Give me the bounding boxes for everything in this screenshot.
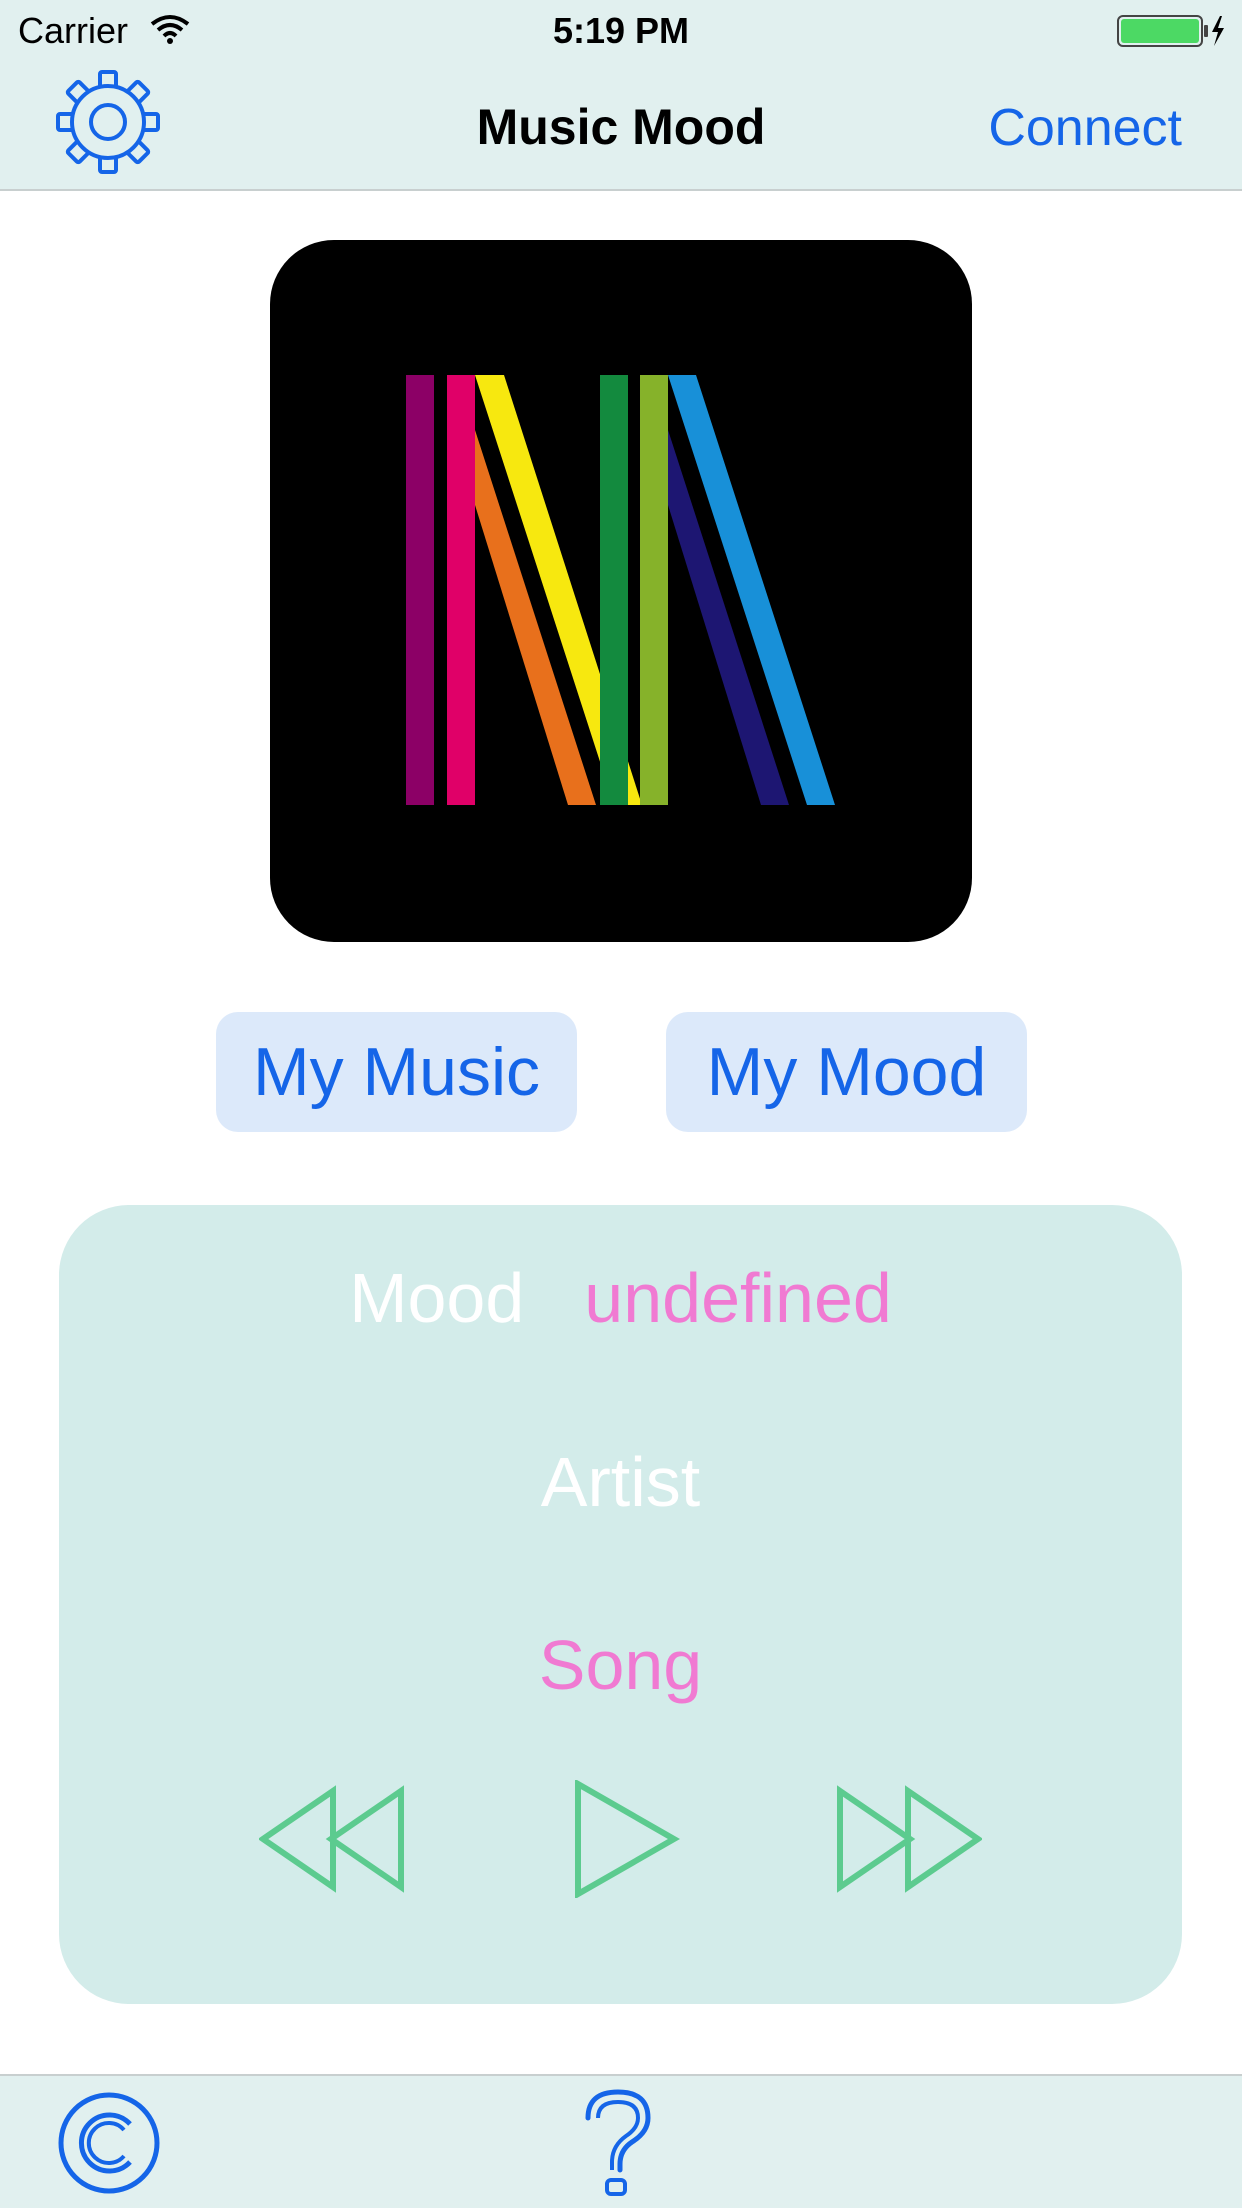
rewind-icon[interactable]	[257, 1785, 405, 1898]
app-logo-artwork	[270, 240, 972, 942]
my-mood-button[interactable]: My Mood	[666, 1012, 1027, 1132]
clock: 5:19 PM	[552, 10, 690, 51]
navigation-bar: Music Mood Connect	[0, 62, 1242, 191]
question-mark-icon[interactable]	[580, 2088, 656, 2203]
fast-forward-icon[interactable]	[836, 1785, 984, 1898]
copyright-icon[interactable]	[56, 2090, 162, 2196]
bottom-toolbar	[0, 2074, 1242, 2208]
artist-label: Artist	[540, 1443, 701, 1521]
connect-button[interactable]: Connect	[988, 98, 1182, 158]
battery-icon	[1116, 14, 1226, 53]
play-icon[interactable]	[572, 1778, 681, 1903]
mood-label: Mood	[349, 1259, 525, 1337]
mood-value: undefined	[584, 1259, 892, 1337]
song-label: Song	[538, 1626, 703, 1704]
my-music-button[interactable]: My Music	[216, 1012, 577, 1132]
mood-row: Mood undefined	[59, 1258, 1182, 1338]
now-playing-panel: Mood undefined Artist Song	[59, 1205, 1182, 2004]
status-bar: Carrier 5:19 PM	[0, 0, 1242, 62]
